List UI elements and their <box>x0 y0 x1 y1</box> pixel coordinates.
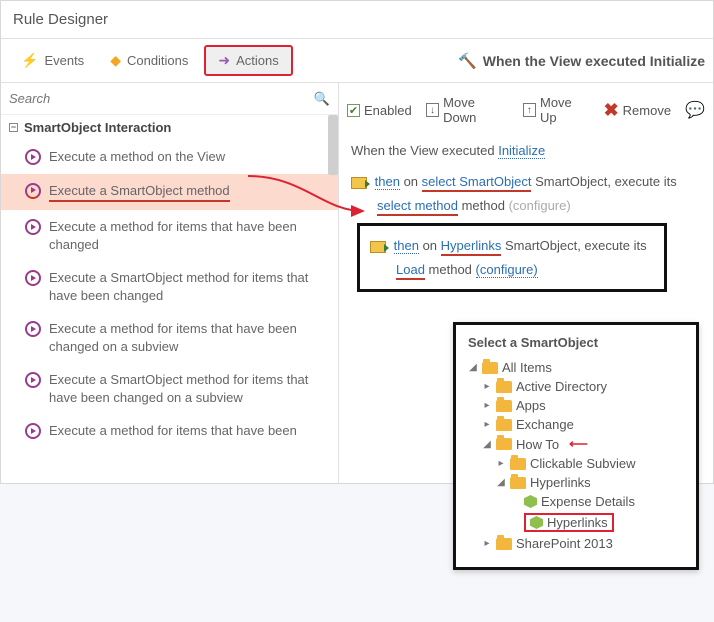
group-smartobject-interaction[interactable]: − SmartObject Interaction <box>1 115 338 140</box>
collapse-icon[interactable]: − <box>9 123 18 132</box>
expand-icon[interactable]: ◢ <box>482 439 492 449</box>
folder-icon <box>510 458 526 470</box>
configure-link[interactable]: (configure) <box>476 262 538 278</box>
tab-events[interactable]: ⚡ Events <box>11 45 94 76</box>
load-method-link[interactable]: Load <box>396 262 425 280</box>
action-execute-smartobject-method[interactable]: Execute a SmartObject method <box>1 174 338 211</box>
tree-expense-details[interactable]: ▸Expense Details <box>468 492 684 511</box>
select-method-link[interactable]: select method <box>377 198 458 216</box>
move-down-icon: ↓ <box>426 103 439 117</box>
expand-icon[interactable]: ▸ <box>482 539 492 549</box>
tree-exchange[interactable]: ▸Exchange <box>468 415 684 434</box>
smartobject-icon <box>524 495 537 508</box>
check-icon: ✔ <box>347 104 360 117</box>
expand-icon[interactable]: ◢ <box>468 363 478 373</box>
action-execute-so-method-items-changed[interactable]: Execute a SmartObject method for items t… <box>1 261 338 312</box>
hyperlinks-so-link[interactable]: Hyperlinks <box>441 238 502 256</box>
smartobject-tree: ◢All Items ▸Active Directory ▸Apps ▸Exch… <box>468 358 684 553</box>
action-execute-method-items-changed[interactable]: Execute a method for items that have bee… <box>1 210 338 261</box>
remove-icon: ✖ <box>604 100 619 121</box>
arrow-circle-icon: ➜ <box>218 52 230 69</box>
then-link-2[interactable]: then <box>394 238 419 254</box>
action-execute-method-items-changed-subview[interactable]: Execute a method for items that have bee… <box>1 312 338 363</box>
tab-actions[interactable]: ➜ Actions <box>204 45 292 76</box>
expand-icon[interactable]: ▸ <box>482 420 492 430</box>
diamond-icon: ◆ <box>110 52 121 69</box>
action-icon <box>25 372 41 388</box>
tree-sharepoint[interactable]: ▸SharePoint 2013 <box>468 534 684 553</box>
configured-action-box: then on Hyperlinks SmartObject, execute … <box>357 223 667 292</box>
folder-icon <box>482 362 498 374</box>
action-execute-so-method-items-changed-subview[interactable]: Execute a SmartObject method for items t… <box>1 363 338 414</box>
rule-then-line-1: then on select SmartObject SmartObject, … <box>351 170 697 193</box>
folder-icon <box>510 477 526 489</box>
action-icon <box>25 219 41 235</box>
tab-conditions[interactable]: ◆ Conditions <box>100 45 198 76</box>
actions-panel: 🔍 − SmartObject Interaction Execute a me… <box>1 83 339 483</box>
tree-clickable-subview[interactable]: ▸Clickable Subview <box>468 454 684 473</box>
search-icon[interactable]: 🔍 <box>314 91 330 107</box>
annotation-arrow-icon: ⟵ <box>569 436 588 452</box>
tree-hyperlinks-folder[interactable]: ◢Hyperlinks <box>468 473 684 492</box>
popup-title: Select a SmartObject <box>468 335 684 350</box>
expand-icon[interactable]: ▸ <box>496 459 506 469</box>
move-up-button[interactable]: ↑Move Up <box>523 95 590 125</box>
rule-caption: 🔨 When the View executed Initialize <box>458 52 713 70</box>
expand-icon[interactable]: ◢ <box>496 478 506 488</box>
tree-apps[interactable]: ▸Apps <box>468 396 684 415</box>
initialize-link[interactable]: Initialize <box>498 143 545 159</box>
action-execute-method-items-truncated[interactable]: Execute a method for items that have bee… <box>1 414 338 448</box>
expand-icon[interactable]: ▸ <box>482 401 492 411</box>
tree-how-to[interactable]: ◢How To⟵ <box>468 434 684 454</box>
folder-icon <box>496 381 512 393</box>
lightning-icon: ⚡ <box>21 52 38 69</box>
search-input[interactable] <box>9 87 314 110</box>
folder-icon <box>496 538 512 550</box>
comment-icon[interactable]: 💬 <box>685 100 705 120</box>
move-down-button[interactable]: ↓Move Down <box>426 95 509 125</box>
action-execute-method-view[interactable]: Execute a method on the View <box>1 140 338 174</box>
expand-icon[interactable]: ▸ <box>482 382 492 392</box>
window-title: Rule Designer <box>1 1 713 39</box>
action-icon <box>25 321 41 337</box>
folder-icon <box>496 438 512 450</box>
action-row-icon <box>370 241 386 253</box>
tree-active-directory[interactable]: ▸Active Directory <box>468 377 684 396</box>
remove-button[interactable]: ✖Remove <box>604 100 672 121</box>
tree-all-items[interactable]: ◢All Items <box>468 358 684 377</box>
move-up-icon: ↑ <box>523 103 536 117</box>
then-link[interactable]: then <box>375 174 400 190</box>
action-icon <box>25 183 41 199</box>
folder-icon <box>496 419 512 431</box>
action-icon <box>25 270 41 286</box>
rule-then-line-1b: select method method (configure) <box>377 194 697 217</box>
action-row-icon <box>351 177 367 189</box>
tree-hyperlinks-object[interactable]: ▸Hyperlinks <box>468 511 684 534</box>
folder-icon <box>496 400 512 412</box>
select-smartobject-link[interactable]: select SmartObject <box>422 174 532 192</box>
rule-when-line: When the View executed Initialize <box>351 139 697 162</box>
action-icon <box>25 423 41 439</box>
enabled-toggle[interactable]: ✔Enabled <box>347 103 412 118</box>
toolbar: ⚡ Events ◆ Conditions ➜ Actions 🔨 When t… <box>1 39 713 83</box>
select-smartobject-popup: Select a SmartObject ◢All Items ▸Active … <box>453 322 699 570</box>
scrollbar[interactable] <box>328 115 338 175</box>
search-bar: 🔍 <box>1 83 338 115</box>
gavel-icon: 🔨 <box>458 52 477 70</box>
smartobject-icon <box>530 516 543 529</box>
action-icon <box>25 149 41 165</box>
